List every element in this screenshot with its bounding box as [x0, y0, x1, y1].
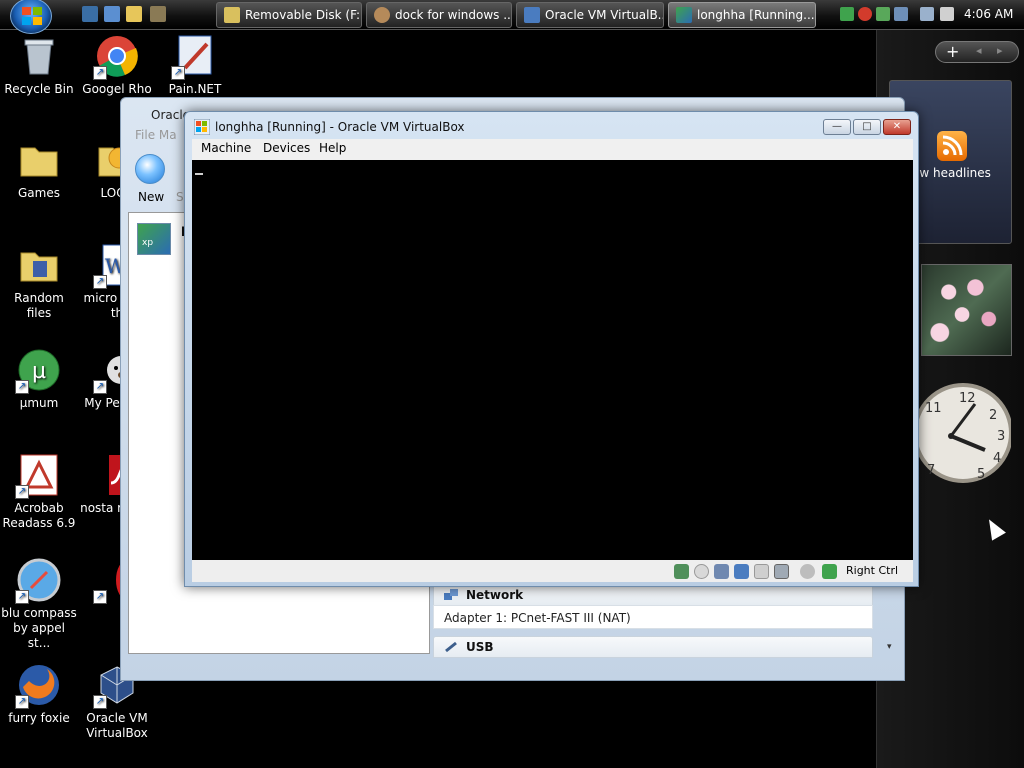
taskbar: Removable Disk (F:) dock for windows ...… [0, 0, 1024, 34]
text-cursor [195, 173, 203, 175]
folder-icon [17, 138, 61, 182]
svg-text:7: 7 [927, 463, 935, 478]
network-icon [444, 589, 458, 600]
xp-vm-icon [676, 7, 692, 23]
quicklaunch-switch-windows-icon[interactable] [104, 6, 120, 22]
add-gadget-button[interactable]: + [946, 42, 959, 62]
task-dock-for-windows[interactable]: dock for windows ... [366, 2, 512, 28]
svg-text:4: 4 [993, 451, 1001, 466]
menu-devices[interactable]: Devices [263, 141, 310, 155]
vm-status-bar: Right Ctrl [192, 560, 913, 582]
desktop-icon-firefox[interactable]: ↗ furry foxie [0, 663, 78, 726]
svg-text:11: 11 [925, 401, 942, 416]
chrome-icon: ↗ [93, 34, 139, 80]
tray-security-icon[interactable] [858, 7, 872, 21]
network-adapter-value: Adapter 1: PCnet-FAST III (NAT) [433, 605, 873, 629]
taskbar-clock[interactable]: 4:06 AM [964, 7, 1013, 21]
desktop-icon-acrobat[interactable]: ↗ Acrobab Readass 6.9 [0, 453, 78, 531]
sidebar-controls: + ◂ ▸ [935, 41, 1019, 63]
tray-app-icon[interactable] [894, 7, 908, 21]
folder-icon [224, 7, 240, 23]
firefox-icon: ↗ [15, 663, 61, 709]
firefox-icon [374, 7, 390, 23]
clock-gadget[interactable]: 12 2 3 4 5 7 11 [915, 370, 1011, 496]
rss-icon [937, 131, 967, 161]
usb-icon [445, 641, 457, 653]
shortcut-arrow-icon: ↗ [93, 695, 107, 709]
shortcut-arrow-icon: ↗ [15, 695, 29, 709]
vm-details-pane: Network Adapter 1: PCnet-FAST III (NAT) … [433, 584, 883, 658]
shortcut-arrow-icon: ↗ [93, 380, 107, 394]
menu-machine[interactable]: Machine [201, 141, 251, 155]
task-virtualbox-manager[interactable]: Oracle VM VirtualB... [516, 2, 664, 28]
vm-window-title: longhha [Running] - Oracle VM VirtualBox [215, 120, 465, 134]
tray-network-icon[interactable] [840, 7, 854, 21]
menu-help[interactable]: Help [319, 141, 346, 155]
svg-text:3: 3 [997, 429, 1005, 444]
usb-device-icon[interactable] [774, 564, 789, 579]
paint-net-icon: ↗ [171, 34, 217, 80]
new-vm-icon[interactable] [135, 154, 165, 184]
floppy-icon[interactable] [714, 564, 729, 579]
tray-update-icon[interactable] [876, 7, 890, 21]
shared-folders-icon[interactable] [754, 564, 769, 579]
svg-text:5: 5 [977, 467, 985, 482]
shortcut-arrow-icon: ↗ [15, 380, 29, 394]
windows-xp-vm-icon: xp [137, 223, 171, 255]
host-key-icon [822, 564, 837, 579]
shortcut-arrow-icon: ↗ [171, 66, 185, 80]
task-vm-running[interactable]: longhha [Running... [668, 2, 816, 28]
usb-section-header[interactable]: USB [433, 636, 873, 658]
cd-icon[interactable] [694, 564, 709, 579]
shortcut-arrow-icon: ↗ [15, 485, 29, 499]
manager-menubar[interactable]: File Ma [135, 128, 177, 142]
safari-icon: ↗ [15, 558, 61, 604]
minimize-button[interactable]: — [823, 119, 851, 135]
acrobat-icon: ↗ [15, 453, 61, 499]
svg-text:2: 2 [989, 408, 997, 423]
quicklaunch-app-icon[interactable] [150, 6, 166, 22]
network-adapter-icon[interactable] [734, 564, 749, 579]
svg-text:µ: µ [32, 359, 46, 384]
folder-icon [17, 243, 61, 287]
desktop-icon-recycle-bin[interactable]: Recycle Bin [0, 34, 78, 97]
tray-monitor-icon[interactable] [920, 7, 934, 21]
vm-running-window[interactable]: longhha [Running] - Oracle VM VirtualBox… [184, 111, 919, 587]
task-removable-disk[interactable]: Removable Disk (F:) [216, 2, 362, 28]
host-key-label: Right Ctrl [846, 564, 899, 577]
desktop-icon-paint-net[interactable]: ↗ Pain.NET [156, 34, 234, 97]
vm-menubar: Machine Devices Help [192, 139, 913, 160]
maximize-button[interactable]: □ [853, 119, 881, 135]
virtualbox-icon [524, 7, 540, 23]
slideshow-gadget[interactable] [921, 264, 1012, 356]
hard-disk-icon[interactable] [674, 564, 689, 579]
quicklaunch-folder-icon[interactable] [126, 6, 142, 22]
shortcut-arrow-icon: ↗ [93, 590, 107, 604]
desktop-icon-chrome[interactable]: ↗ Googel Rho [78, 34, 156, 97]
vm-display[interactable] [192, 160, 913, 560]
shortcut-arrow-icon: ↗ [93, 275, 107, 289]
utorrent-icon: µ ↗ [15, 348, 61, 394]
windows-logo-icon [22, 7, 42, 25]
details-scroll-down-arrow[interactable]: ▾ [887, 642, 892, 652]
gadget-nav-arrows[interactable]: ◂ ▸ [976, 44, 1009, 57]
network-section-header[interactable]: Network [433, 584, 873, 606]
desktop-icon-games[interactable]: Games [0, 138, 78, 201]
svg-text:12: 12 [959, 391, 976, 406]
xp-vm-icon [194, 119, 210, 135]
close-button[interactable]: ✕ [883, 119, 911, 135]
recycle-bin-icon [17, 34, 61, 78]
desktop-icon-random-files[interactable]: Random files [0, 243, 78, 321]
desktop-icon-safari[interactable]: ↗ blu compass by appel st... [0, 558, 78, 651]
mouse-integration-icon[interactable] [800, 564, 815, 579]
quicklaunch-desktop-icon[interactable] [82, 6, 98, 22]
new-vm-button[interactable]: New S [138, 190, 184, 204]
tray-volume-icon[interactable] [940, 7, 954, 21]
shortcut-arrow-icon: ↗ [93, 66, 107, 80]
shortcut-arrow-icon: ↗ [15, 590, 29, 604]
start-button[interactable] [10, 0, 52, 34]
desktop-icon-utorrent[interactable]: µ ↗ µmum [0, 348, 78, 411]
